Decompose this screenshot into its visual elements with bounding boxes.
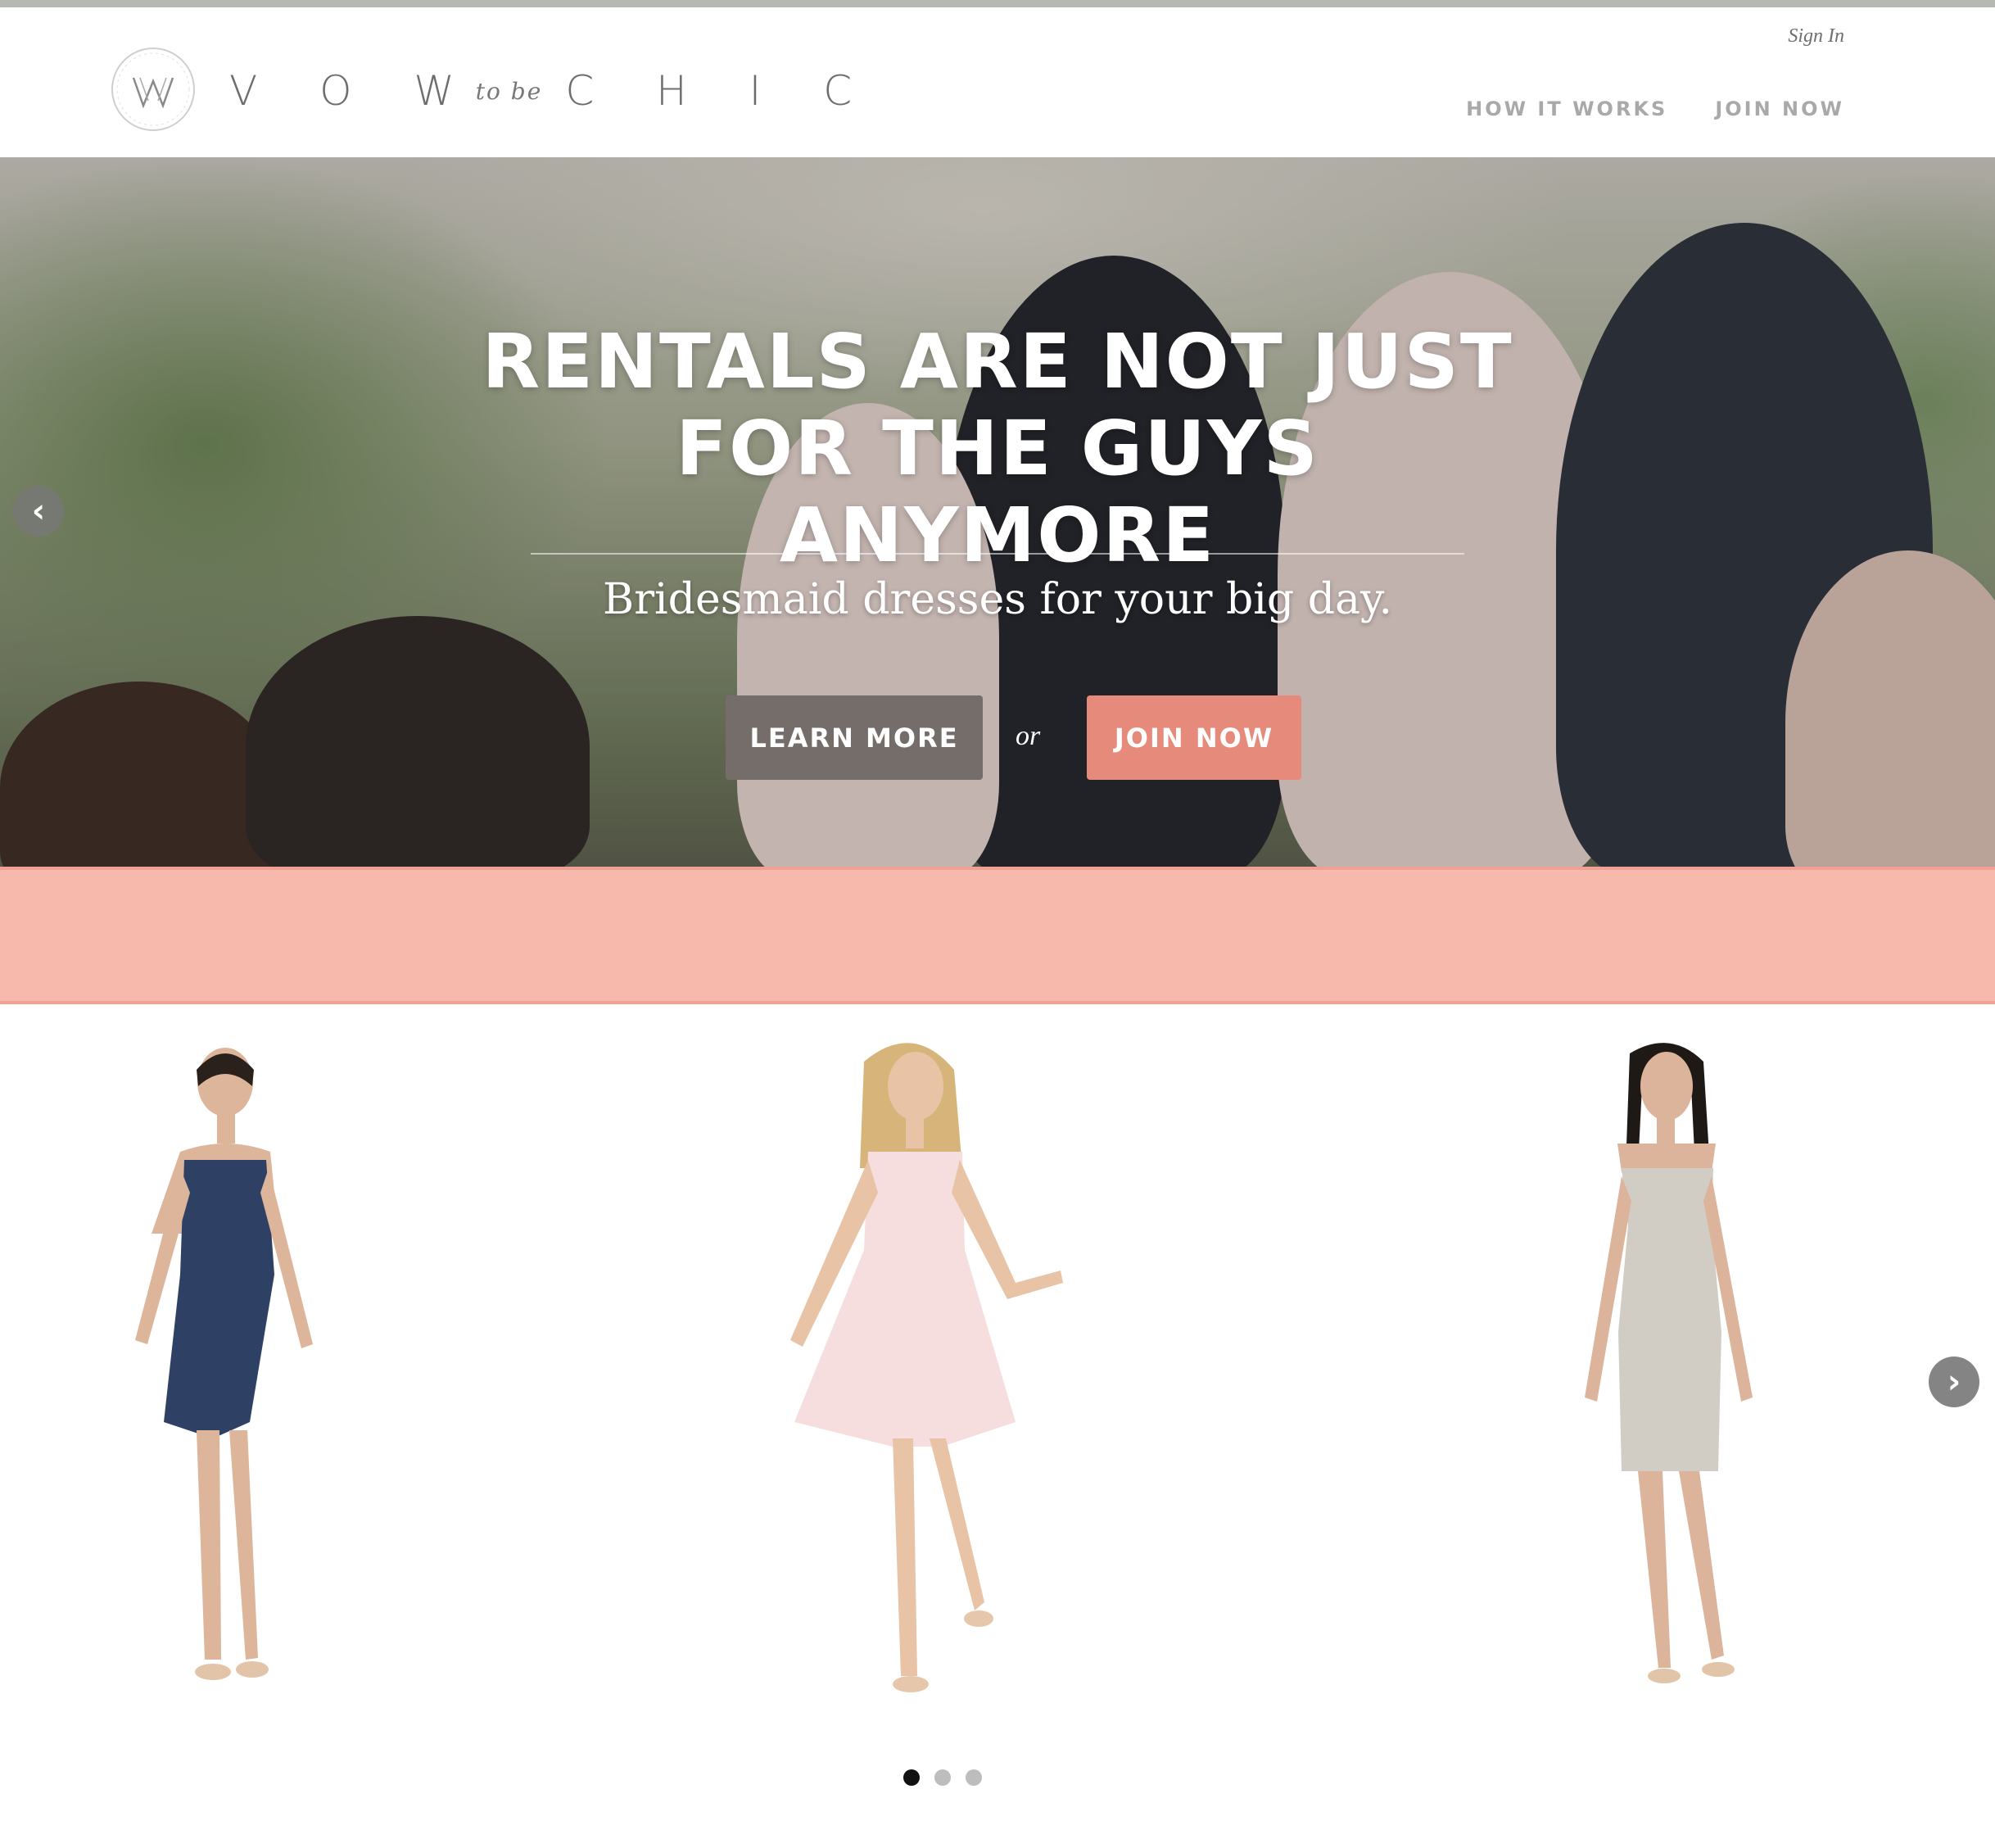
product-card[interactable] [1507,1037,1802,1725]
learn-more-button[interactable]: LEARN MORE [726,695,983,780]
hero-headline-line3: ANYMORE [779,491,1216,579]
nav-join-now[interactable]: JOIN NOW [1715,97,1844,120]
carousel-next-button[interactable]: › [1929,1357,1979,1407]
product-image [135,1048,313,1680]
hero-headline-line2: FOR THE GUYS [676,404,1319,492]
product-card[interactable] [90,1037,385,1725]
pagination-dot[interactable] [934,1769,951,1786]
site-header: V O W to be C H I C Sign In HOW IT WORKS… [0,7,1995,157]
logo-monogram-icon[interactable] [109,45,197,134]
hero-divider [531,553,1464,555]
hero-banner: ‹ RENTALS ARE NOT JUST FOR THE GUYS ANYM… [0,157,1995,867]
brand-word-tobe: to be [475,77,543,105]
main-nav: HOW IT WORKS JOIN NOW [1466,97,1844,120]
brand-word-vow: V O W [229,67,479,115]
chevron-right-icon: › [1947,1363,1961,1401]
hero-subheading: Bridesmaid dresses for your big day. [602,575,1392,624]
hero-headline: RENTALS ARE NOT JUST FOR THE GUYS ANYMOR… [0,317,1995,579]
nav-how-it-works[interactable]: HOW IT WORKS [1466,97,1667,120]
join-now-button[interactable]: JOIN NOW [1087,695,1301,780]
product-image [790,1043,1063,1692]
product-card[interactable] [770,1037,1065,1725]
page: V O W to be C H I C Sign In HOW IT WORKS… [0,0,1995,1848]
pink-band [0,867,1995,1004]
or-separator: or [1016,721,1041,751]
product-image [1585,1043,1753,1683]
carousel-pagination [903,1769,982,1786]
brand-logo[interactable]: V O W to be C H I C [229,66,876,116]
pagination-dot[interactable] [903,1769,920,1786]
sign-in-link[interactable]: Sign In [1788,25,1844,48]
brand-word-chic: C H I C [565,67,877,115]
product-carousel: › [0,1004,1995,1848]
hero-headline-line1: RENTALS ARE NOT JUST [482,317,1513,405]
top-rule [0,0,1995,7]
pagination-dot[interactable] [966,1769,982,1786]
